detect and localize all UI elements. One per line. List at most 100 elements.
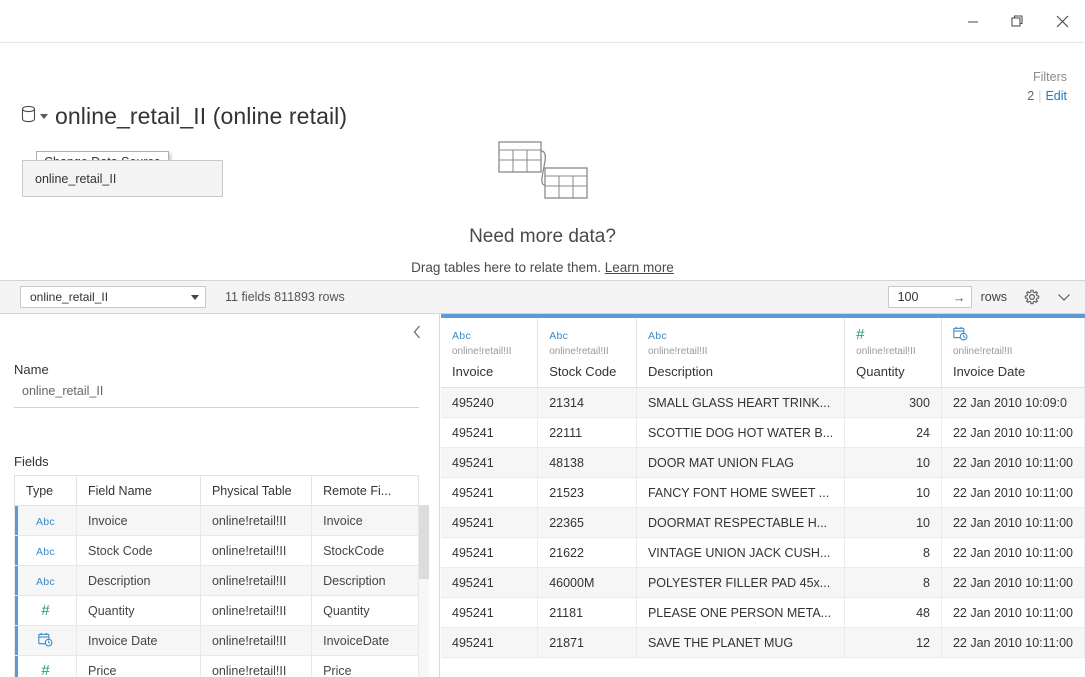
restore-button[interactable] [995,0,1040,43]
field-physical-table-cell: online!retail!II [199,505,313,536]
need-more-data-text: Drag tables here to relate them. [411,260,602,275]
cell-stock-code: 48138 [537,447,637,478]
tableau-data-source-page: online_retail_II (online retail) Change … [0,0,1085,677]
fields-col-field-name[interactable]: Field Name [75,475,201,506]
data-grid-column-header[interactable]: online!retail!II Invoice Date [941,318,1085,388]
data-grid-column-header[interactable]: # online!retail!II Quantity [844,318,942,388]
cell-stock-code: 46000M [537,567,637,598]
gear-icon[interactable] [1024,289,1040,305]
column-source-label: online!retail!II [647,346,708,357]
database-icon[interactable] [20,105,48,124]
close-button[interactable] [1040,0,1085,43]
rows-limit-input[interactable]: 100 → [887,286,972,308]
fields-table-wrapper: Type Field Name Physical Table Remote Fi… [14,475,433,677]
row-accent-bar [15,626,18,655]
cell-quantity: 10 [844,447,942,478]
fields-label: Fields [14,454,49,469]
text-type-icon: Abc [452,330,471,342]
data-grid-row[interactable]: 495241 21871 SAVE THE PLANET MUG 12 22 Jan 2… [441,627,1085,658]
column-type-icon [953,326,1074,343]
need-more-data-subtitle: Drag tables here to relate them. Learn m… [0,260,1085,275]
learn-more-link[interactable]: Learn more [605,260,674,275]
field-name-cell: Quantity [75,595,201,626]
field-name-cell: Price [75,655,201,677]
cell-quantity: 8 [844,537,942,568]
fields-col-physical-table[interactable]: Physical Table [199,475,313,506]
field-physical-table-cell: online!retail!II [199,595,313,626]
data-grid-row[interactable]: 495241 21181 PLEASE ONE PERSON META... 48 22… [441,597,1085,628]
column-name-label: Invoice [452,364,494,379]
data-grid-column-header[interactable]: Abc online!retail!II Stock Code [537,318,637,388]
data-grid-column-header[interactable]: Abc online!retail!II Invoice [441,318,539,388]
column-type-icon: # [856,326,931,343]
data-grid-body: 495240 21314 SMALL GLASS HEART TRINK... 300… [441,387,1085,658]
data-grid-header-row: Abc online!retail!II Invoice Abc online!reta… [441,318,1085,388]
fields-table: Type Field Name Physical Table Remote Fi… [14,475,419,677]
cell-stock-code: 21523 [537,477,637,508]
field-row[interactable]: Abc Stock Code online!retail!II StockCode [14,535,419,566]
related-tables-icon [0,138,1085,202]
data-grid-row[interactable]: 495241 22365 DOORMAT RESPECTABLE H... 10 22 … [441,507,1085,538]
field-row[interactable]: Abc Description online!retail!II Descriptio… [14,565,419,596]
data-grid-row[interactable]: 495241 48138 DOOR MAT UNION FLAG 10 22 Jan 2… [441,447,1085,478]
need-more-data-panel: Need more data? Drag tables here to rela… [0,138,1085,275]
field-row[interactable]: # Price online!retail!II Price [14,655,419,677]
data-grid-row[interactable]: 495241 21523 FANCY FONT HOME SWEET ... 10 22… [441,477,1085,508]
rows-apply-arrow-icon[interactable]: → [953,291,966,304]
cell-invoice: 495241 [441,477,539,508]
text-type-icon: Abc [35,575,55,588]
fields-col-type[interactable]: Type [14,475,77,506]
field-name-cell: Invoice Date [75,625,201,656]
cell-quantity: 300 [844,387,942,418]
data-grid-column-header[interactable]: Abc online!retail!II Description [636,318,846,388]
name-label: Name [14,362,49,377]
field-remote-field-cell: StockCode [311,535,419,566]
cell-quantity: 24 [844,417,942,448]
column-source-label: online!retail!II [856,346,916,357]
field-row[interactable]: Invoice Date online!retail!II InvoiceDate [14,625,419,656]
data-grid-row[interactable]: 495241 46000M POLYESTER FILLER PAD 45x... 8… [441,567,1085,598]
cell-quantity: 10 [844,507,942,538]
cell-description: SAVE THE PLANET MUG [636,627,846,658]
filters-separator: | [1038,89,1042,103]
field-remote-field-cell: InvoiceDate [311,625,419,656]
minimize-button[interactable] [950,0,995,43]
cell-invoice-date: 22 Jan 2010 10:11:00 [941,537,1085,568]
field-row[interactable]: Abc Invoice online!retail!II Invoice [14,505,419,536]
column-type-icon: Abc [648,326,834,343]
filters-edit-link[interactable]: Edit [1045,89,1067,103]
table-select[interactable]: online_retail_II [20,286,206,308]
field-type-cell: Abc [14,535,77,566]
cell-invoice: 495240 [441,387,539,418]
page-title: online_retail_II (online retail) [55,103,348,129]
cell-description: FANCY FONT HOME SWEET ... [636,477,846,508]
row-accent-bar [15,536,18,565]
cell-description: VINTAGE UNION JACK CUSH... [636,537,846,568]
field-row[interactable]: # Quantity online!retail!II Quantity [14,595,419,626]
cell-invoice-date: 22 Jan 2010 10:11:00 [941,597,1085,628]
text-type-icon: Abc [35,545,55,558]
field-name-cell: Invoice [75,505,201,536]
field-physical-table-cell: online!retail!II [199,625,313,656]
cell-invoice-date: 22 Jan 2010 10:11:00 [941,447,1085,478]
chevron-down-icon[interactable] [1057,292,1071,302]
field-name-cell: Description [75,565,201,596]
field-physical-table-cell: online!retail!II [199,535,313,566]
cell-invoice: 495241 [441,597,539,628]
fields-scrollbar[interactable] [419,505,429,677]
name-input[interactable]: online_retail_II [14,384,419,408]
data-grid-row[interactable]: 495241 22111 SCOTTIE DOG HOT WATER B... 24 2… [441,417,1085,448]
chevron-left-icon[interactable] [407,322,427,342]
filters-label: Filters [1032,70,1067,84]
column-source-label: online!retail!II [549,346,609,357]
data-grid-row[interactable]: 495240 21314 SMALL GLASS HEART TRINK... 300… [441,387,1085,418]
fields-col-remote-field[interactable]: Remote Fi... [311,475,419,506]
cell-stock-code: 21314 [537,387,637,418]
row-accent-bar [15,506,18,535]
fields-scrollbar-thumb[interactable] [419,505,429,579]
filters-section: Filters 2 | Edit [1027,68,1067,106]
row-accent-bar [15,566,18,595]
data-grid-row[interactable]: 495241 21622 VINTAGE UNION JACK CUSH... 8 22… [441,537,1085,568]
cell-description: DOOR MAT UNION FLAG [636,447,846,478]
text-type-icon: Abc [647,330,667,342]
